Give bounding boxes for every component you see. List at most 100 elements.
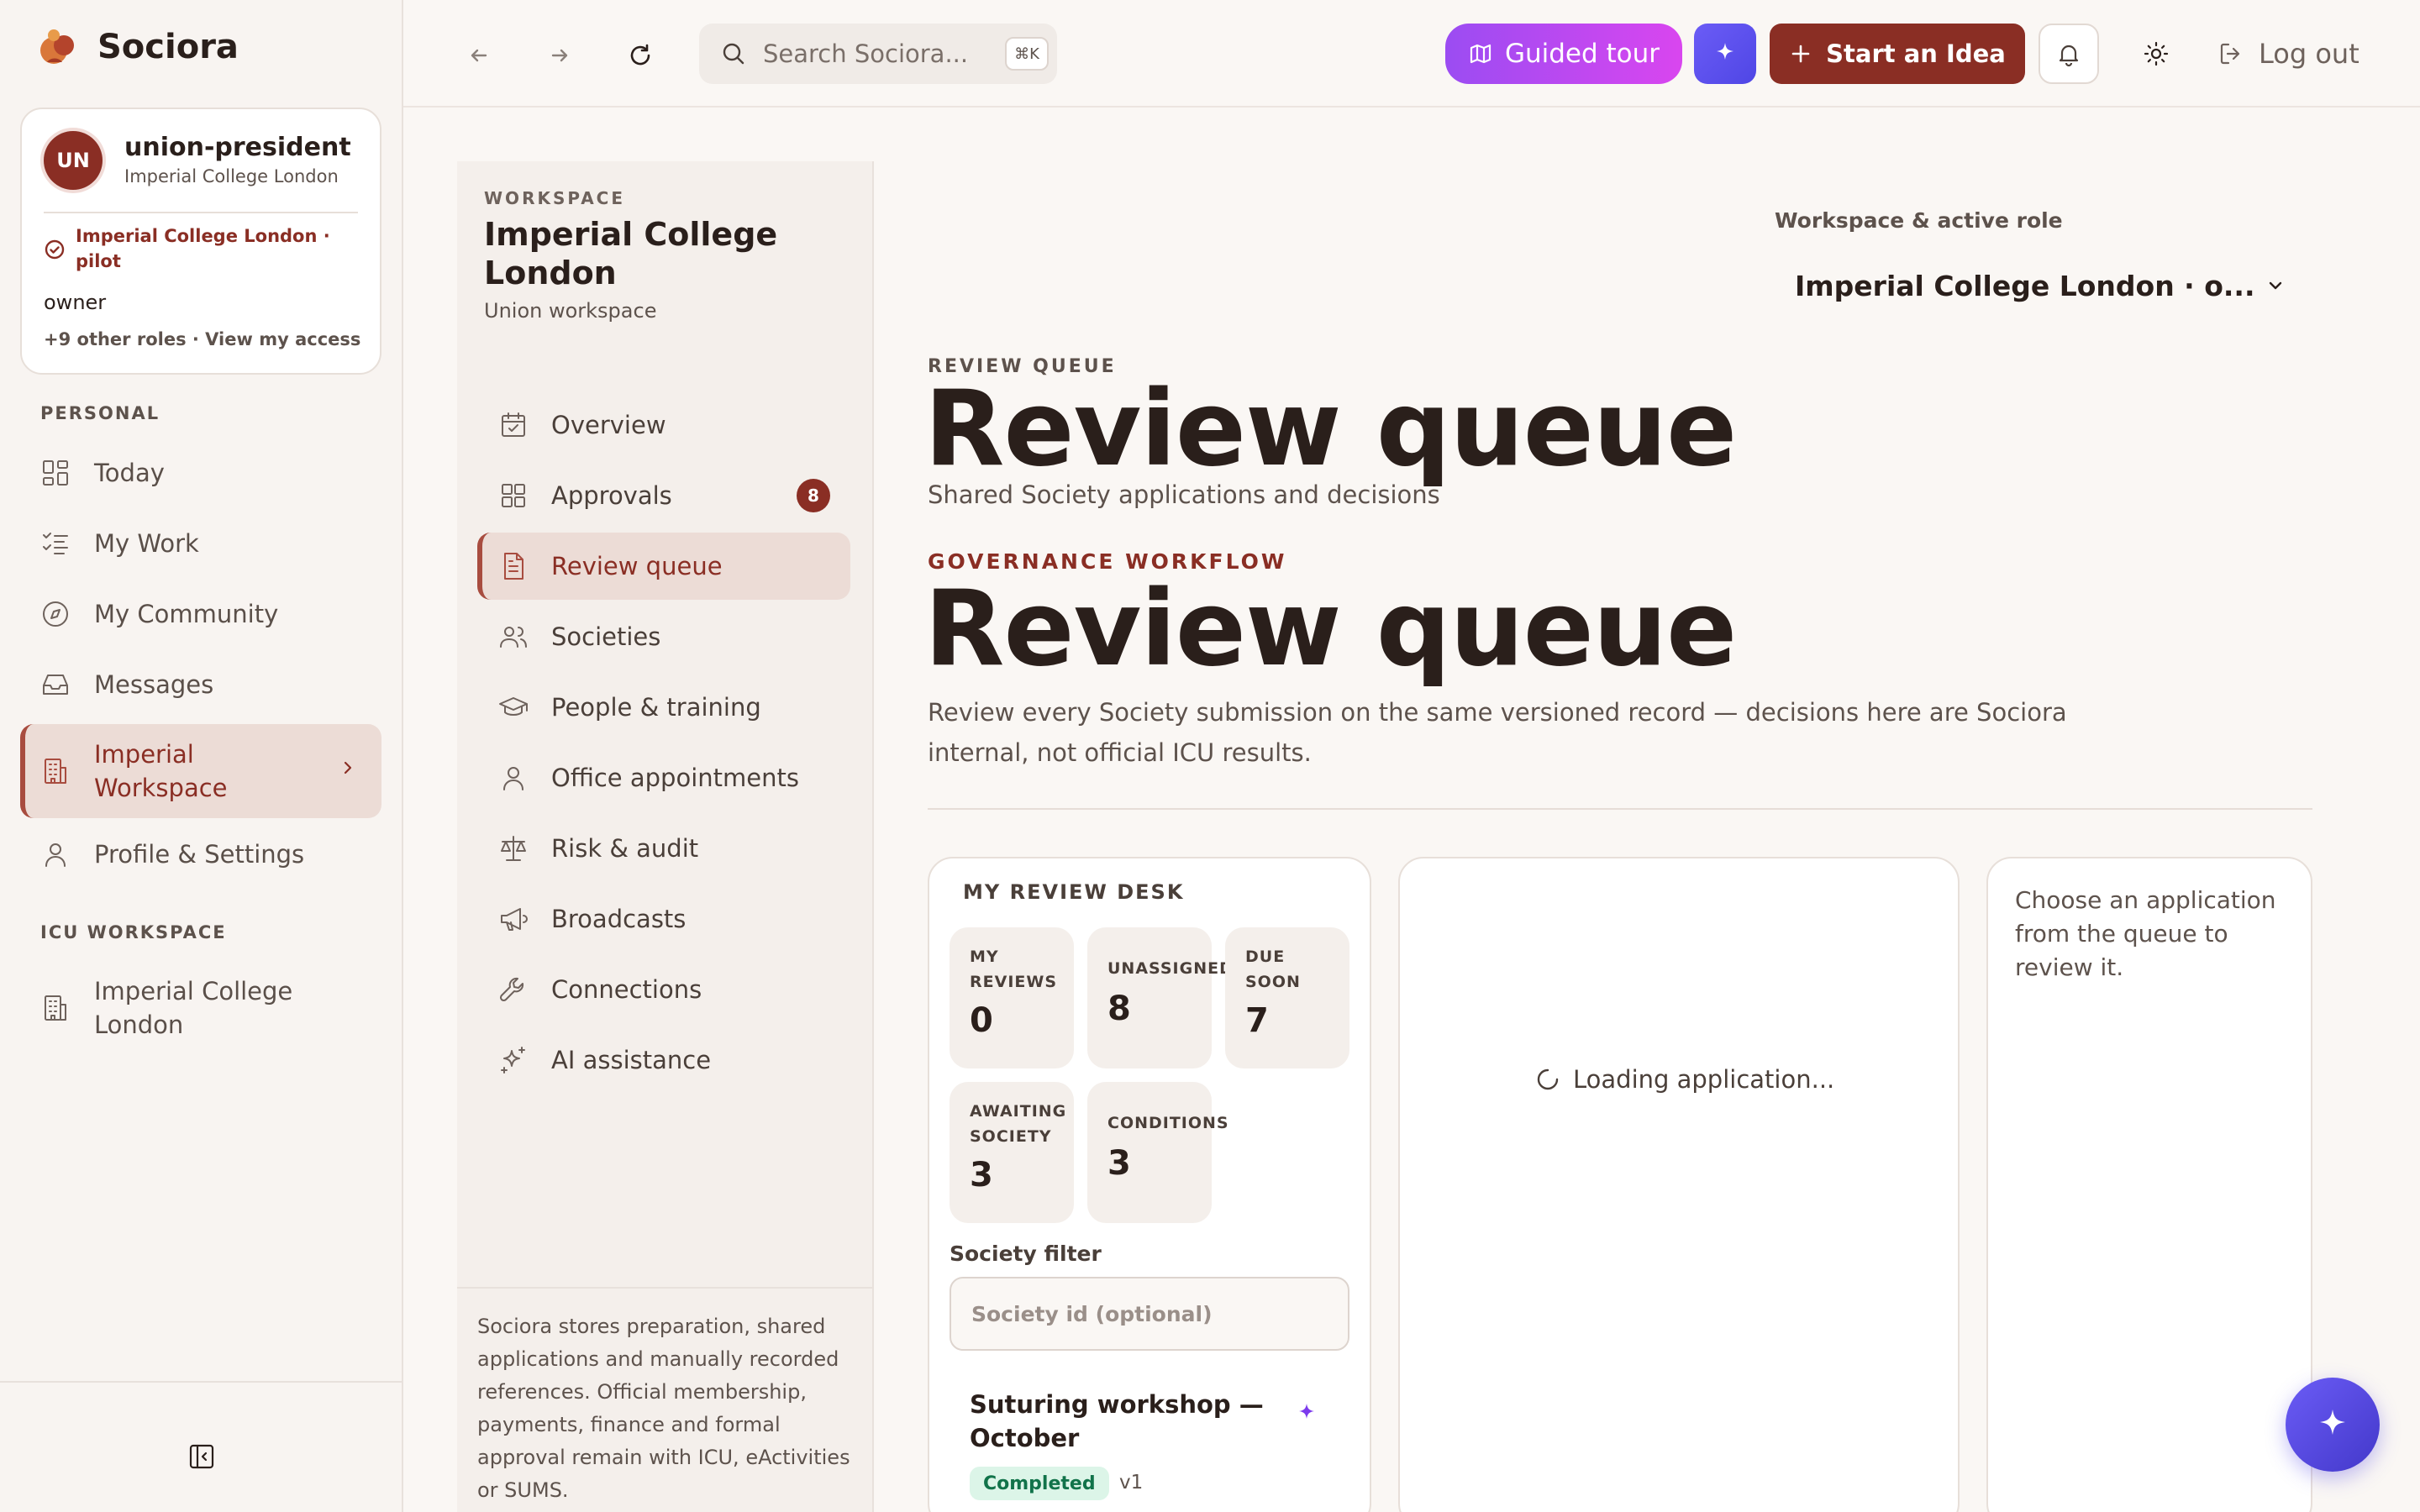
logout-button[interactable]: Log out — [2217, 24, 2360, 84]
approvals-count-badge: 8 — [797, 479, 830, 512]
ws-nav-label: People & training — [551, 693, 761, 722]
spinner-icon — [1534, 1066, 1561, 1093]
search-input[interactable] — [763, 39, 990, 68]
collapse-sidebar-icon[interactable] — [187, 1441, 217, 1472]
application-viewer-card: Loading application... — [1398, 857, 1960, 1512]
sidebar-item-imperial-workspace[interactable]: Imperial Workspace — [20, 724, 381, 818]
sidebar-item-today[interactable]: Today — [20, 440, 381, 506]
stat-due-soon[interactable]: DUE SOON 7 — [1225, 927, 1349, 1068]
brand-name: Sociora — [97, 28, 239, 66]
wrench-icon — [497, 974, 529, 1005]
users-icon — [497, 621, 529, 653]
building-icon — [39, 754, 72, 788]
sparkle-icon — [1712, 40, 1739, 67]
section-title: Review queue — [924, 569, 1737, 690]
forward-button[interactable] — [538, 34, 581, 77]
chevron-down-icon — [2264, 274, 2287, 297]
avatar: UN — [44, 131, 103, 190]
ws-nav-broadcasts[interactable]: Broadcasts — [477, 885, 850, 953]
sidebar-item-label: Today — [94, 459, 165, 487]
guided-tour-label: Guided tour — [1504, 39, 1660, 69]
role-selector-label: Workspace & active role — [1775, 208, 2063, 233]
brand[interactable]: Sociora — [35, 24, 239, 71]
sparkle-icon — [2312, 1404, 2353, 1445]
ai-chat-fab[interactable] — [2286, 1378, 2380, 1472]
sidebar-item-profile-settings[interactable]: Profile & Settings — [20, 822, 381, 887]
start-idea-button[interactable]: Start an Idea — [1770, 24, 2025, 84]
ws-nav-review-queue[interactable]: Review queue — [477, 533, 850, 600]
sociora-logo-icon — [35, 24, 82, 71]
divider — [44, 212, 358, 213]
sidebar-item-imperial-college-london[interactable]: Imperial College London — [20, 961, 381, 1055]
refresh-button[interactable] — [618, 34, 662, 77]
stat-value: 7 — [1245, 1001, 1269, 1040]
stat-label: CONDITIONS — [1107, 1114, 1229, 1132]
list-checks-icon — [39, 527, 72, 560]
ws-nav-societies[interactable]: Societies — [477, 603, 850, 670]
building-icon — [39, 991, 72, 1025]
ai-assistant-button[interactable] — [1694, 24, 1756, 84]
ws-nav-approvals[interactable]: Approvals 8 — [477, 462, 850, 529]
stat-my-reviews[interactable]: MY REVIEWS 0 — [950, 927, 1074, 1068]
page-subtitle: Shared Society applications and decision… — [928, 480, 1440, 509]
user-card[interactable]: UN union-president Imperial College Lond… — [20, 108, 381, 375]
ws-nav-ai-assistance[interactable]: AI assistance — [477, 1026, 850, 1094]
sparkles-icon — [497, 1044, 529, 1076]
ws-nav-label: Office appointments — [551, 764, 799, 792]
sun-icon — [2142, 39, 2170, 68]
arrow-right-icon — [546, 42, 573, 69]
search-box[interactable]: ⌘K — [699, 24, 1057, 84]
role-selector-value: Imperial College London · o... — [1795, 269, 2255, 302]
user-icon — [497, 762, 529, 794]
role-selector[interactable]: Imperial College London · o... — [1775, 255, 2312, 316]
divider — [928, 808, 2312, 810]
society-filter-input[interactable] — [950, 1277, 1349, 1351]
workspace-disclaimer: Sociora stores preparation, shared appli… — [457, 1287, 872, 1512]
dashboard-icon — [39, 456, 72, 490]
sidebar-item-label: My Work — [94, 529, 199, 558]
user-pilot-label: Imperial College London · pilot — [76, 226, 330, 271]
stat-conditions[interactable]: CONDITIONS 3 — [1087, 1082, 1228, 1223]
bell-icon — [2055, 40, 2082, 67]
refresh-icon — [626, 41, 655, 70]
stat-value: 0 — [970, 1001, 993, 1040]
sidebar-item-my-work[interactable]: My Work — [20, 511, 381, 576]
start-idea-label: Start an Idea — [1826, 39, 2006, 68]
personal-section-label: PERSONAL — [40, 403, 160, 423]
stat-value: 8 — [1107, 990, 1131, 1028]
ws-nav-connections[interactable]: Connections — [477, 956, 850, 1023]
stat-unassigned[interactable]: UNASSIGNED 8 — [1087, 927, 1233, 1068]
view-access-link[interactable]: +9 other roles · View my access — [44, 329, 360, 349]
logout-icon — [2217, 39, 2245, 68]
status-badge: Completed — [970, 1467, 1109, 1500]
arrow-left-icon — [466, 42, 492, 69]
calendar-check-icon — [497, 409, 529, 441]
inbox-icon — [39, 668, 72, 701]
ws-nav-overview[interactable]: Overview — [477, 391, 850, 459]
sidebar-item-label: Messages — [94, 670, 214, 699]
sidebar-item-my-community[interactable]: My Community — [20, 581, 381, 647]
sparkle-icon — [1294, 1401, 1319, 1426]
ws-nav-office-appointments[interactable]: Office appointments — [477, 744, 850, 811]
back-button[interactable] — [457, 34, 501, 77]
ws-nav-people-training[interactable]: People & training — [477, 674, 850, 741]
check-circle-icon — [44, 239, 66, 260]
stat-label: MY REVIEWS — [970, 948, 1058, 991]
user-role: owner — [44, 291, 107, 314]
sidebar-item-messages[interactable]: Messages — [20, 652, 381, 717]
stat-label: DUE SOON — [1245, 948, 1301, 991]
guided-tour-button[interactable]: Guided tour — [1445, 24, 1682, 84]
theme-toggle-button[interactable] — [2134, 32, 2178, 76]
compass-icon — [39, 597, 72, 631]
review-detail-card: Choose an application from the queue to … — [1986, 857, 2312, 1512]
ws-nav-label: Review queue — [551, 552, 723, 580]
society-filter-label: Society filter — [950, 1242, 1102, 1266]
icu-section-label: ICU WORKSPACE — [40, 922, 227, 942]
ws-nav-risk-audit[interactable]: Risk & audit — [477, 815, 850, 882]
ws-nav-label: AI assistance — [551, 1046, 712, 1074]
stat-awaiting-society[interactable]: AWAITING SOCIETY 3 — [950, 1082, 1074, 1223]
application-title: Suturing workshop — October — [970, 1390, 1264, 1452]
stat-value: 3 — [1107, 1144, 1131, 1183]
top-bar: ⌘K Guided tour Start an Idea Log out — [403, 0, 2420, 108]
notifications-button[interactable] — [2039, 24, 2099, 84]
